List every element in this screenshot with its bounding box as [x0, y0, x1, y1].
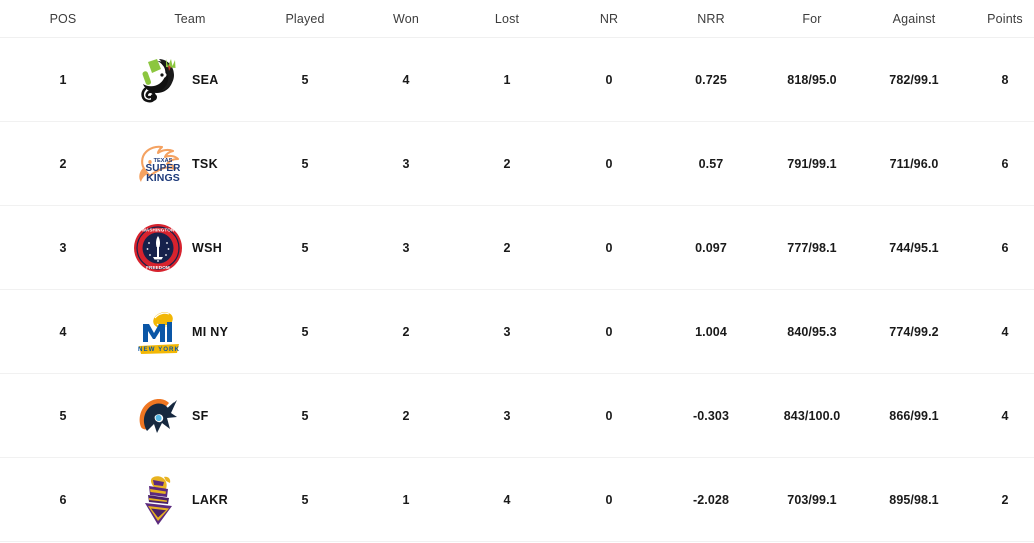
cell-nrr: 0.57 [698, 156, 724, 171]
cell-played: 5 [301, 156, 309, 171]
svg-text:NEW YORK: NEW YORK [138, 346, 180, 353]
cell-won: 1 [402, 492, 410, 507]
cell-position: 5 [59, 408, 67, 423]
cell-lost: 1 [503, 72, 511, 87]
cell-for: 703/99.1 [787, 492, 837, 507]
column-header-pos: POS [49, 12, 77, 26]
table-header: POS Team Played Won Lost NR NRR For Agai… [0, 0, 1034, 38]
cell-nr: 0 [605, 408, 613, 423]
cell-nr: 0 [605, 72, 613, 87]
cell-points: 2 [1001, 492, 1009, 507]
column-header-nr: NR [599, 12, 619, 26]
points-table-container: POS Team Played Won Lost NR NRR For Agai… [0, 0, 1034, 543]
cell-nrr: 0.725 [695, 72, 727, 87]
cell-nrr: -2.028 [692, 492, 730, 507]
cell-nrr: 1.004 [695, 324, 727, 339]
cell-for: 818/95.0 [787, 72, 837, 87]
cell-played: 5 [301, 324, 309, 339]
table-row[interactable]: 6 LAKR 5 1 4 0 -2.028 703/99.1 895/98.1 … [0, 458, 1034, 542]
team-abbreviation: SEA [192, 72, 219, 87]
texas-super-kings-logo-icon: TEXAS SUPER KINGS [133, 138, 183, 190]
cell-lost: 2 [503, 156, 511, 171]
column-header-nrr: NRR [697, 12, 725, 26]
cell-for: 791/99.1 [787, 156, 837, 171]
team-abbreviation: MI NY [192, 324, 229, 339]
cell-lost: 3 [503, 408, 511, 423]
column-header-against: Against [892, 12, 936, 26]
cell-against: 774/99.2 [889, 324, 939, 339]
cell-against: 866/99.1 [889, 408, 939, 423]
table-body: 1 SEA 5 4 1 0 0.725 818/95.0 782/99.1 8 … [0, 38, 1034, 542]
cell-lost: 2 [503, 240, 511, 255]
cell-lost: 4 [503, 492, 511, 507]
cell-team[interactable]: WASHINGTON FREEDOM WSH [126, 206, 254, 290]
cell-points: 6 [1001, 240, 1009, 255]
cell-position: 2 [59, 156, 67, 171]
cell-played: 5 [301, 72, 309, 87]
washington-freedom-logo-icon: WASHINGTON FREEDOM [133, 222, 183, 274]
table-row[interactable]: 4 NEW YORK MI NY 5 2 3 0 1.004 840/95.3 … [0, 290, 1034, 374]
header-row: POS Team Played Won Lost NR NRR For Agai… [0, 0, 1034, 38]
cell-lost: 3 [503, 324, 511, 339]
svg-text:WASHINGTON: WASHINGTON [142, 227, 175, 232]
cell-nr: 0 [605, 156, 613, 171]
cell-played: 5 [301, 492, 309, 507]
cell-against: 711/96.0 [889, 156, 939, 171]
cell-points: 8 [1001, 72, 1009, 87]
cell-team[interactable]: LAKR [126, 458, 254, 542]
san-francisco-unicorns-logo-icon [133, 390, 183, 442]
cell-points: 4 [1001, 324, 1009, 339]
table-row[interactable]: 1 SEA 5 4 1 0 0.725 818/95.0 782/99.1 8 [0, 38, 1034, 122]
column-header-lost: Lost [494, 12, 520, 26]
mi-new-york-logo-icon: NEW YORK [133, 306, 183, 358]
column-header-won: Won [393, 12, 419, 26]
cell-against: 744/95.1 [889, 240, 939, 255]
cell-won: 2 [402, 408, 410, 423]
cell-nrr: 0.097 [695, 240, 727, 255]
cell-team[interactable]: SEA [126, 38, 254, 122]
cell-for: 843/100.0 [783, 408, 841, 423]
column-header-for: For [802, 12, 822, 26]
cell-nr: 0 [605, 240, 613, 255]
cell-won: 4 [402, 72, 410, 87]
cell-played: 5 [301, 240, 309, 255]
cell-won: 3 [402, 240, 410, 255]
column-header-team: Team [174, 12, 206, 26]
cell-nr: 0 [605, 324, 613, 339]
cell-position: 3 [59, 240, 67, 255]
table-row[interactable]: 3 WASHINGTON FREEDOM WSH 5 3 2 0 0.097 7… [0, 206, 1034, 290]
team-abbreviation: LAKR [192, 492, 228, 507]
team-abbreviation: WSH [192, 240, 223, 255]
svg-text:FREEDOM: FREEDOM [146, 265, 170, 270]
team-abbreviation: TSK [192, 156, 218, 171]
cell-for: 777/98.1 [787, 240, 837, 255]
svg-text:KINGS: KINGS [146, 172, 180, 184]
cell-nr: 0 [605, 492, 613, 507]
cell-nrr: -0.303 [692, 408, 730, 423]
cell-position: 6 [59, 492, 67, 507]
cell-for: 840/95.3 [787, 324, 837, 339]
la-knight-riders-logo-icon [133, 474, 183, 526]
cell-position: 1 [59, 72, 67, 87]
cell-won: 2 [402, 324, 410, 339]
table-row[interactable]: 5 SF 5 2 3 0 -0.303 843/100.0 866/99.1 4 [0, 374, 1034, 458]
cell-points: 6 [1001, 156, 1009, 171]
standings-table: POS Team Played Won Lost NR NRR For Agai… [0, 0, 1034, 542]
team-abbreviation: SF [192, 408, 209, 423]
column-header-played: Played [285, 12, 325, 26]
table-row[interactable]: 2 TEXAS SUPER KINGS TSK 5 3 2 0 0.57 791… [0, 122, 1034, 206]
cell-won: 3 [402, 156, 410, 171]
cell-team[interactable]: NEW YORK MI NY [126, 290, 254, 374]
cell-against: 782/99.1 [889, 72, 939, 87]
cell-team[interactable]: TEXAS SUPER KINGS TSK [126, 122, 254, 206]
cell-position: 4 [59, 324, 67, 339]
cell-points: 4 [1001, 408, 1009, 423]
cell-against: 895/98.1 [889, 492, 939, 507]
column-header-points: Points [987, 12, 1023, 26]
sea-orcas-logo-icon [133, 54, 183, 106]
cell-team[interactable]: SF [126, 374, 254, 458]
cell-played: 5 [301, 408, 309, 423]
